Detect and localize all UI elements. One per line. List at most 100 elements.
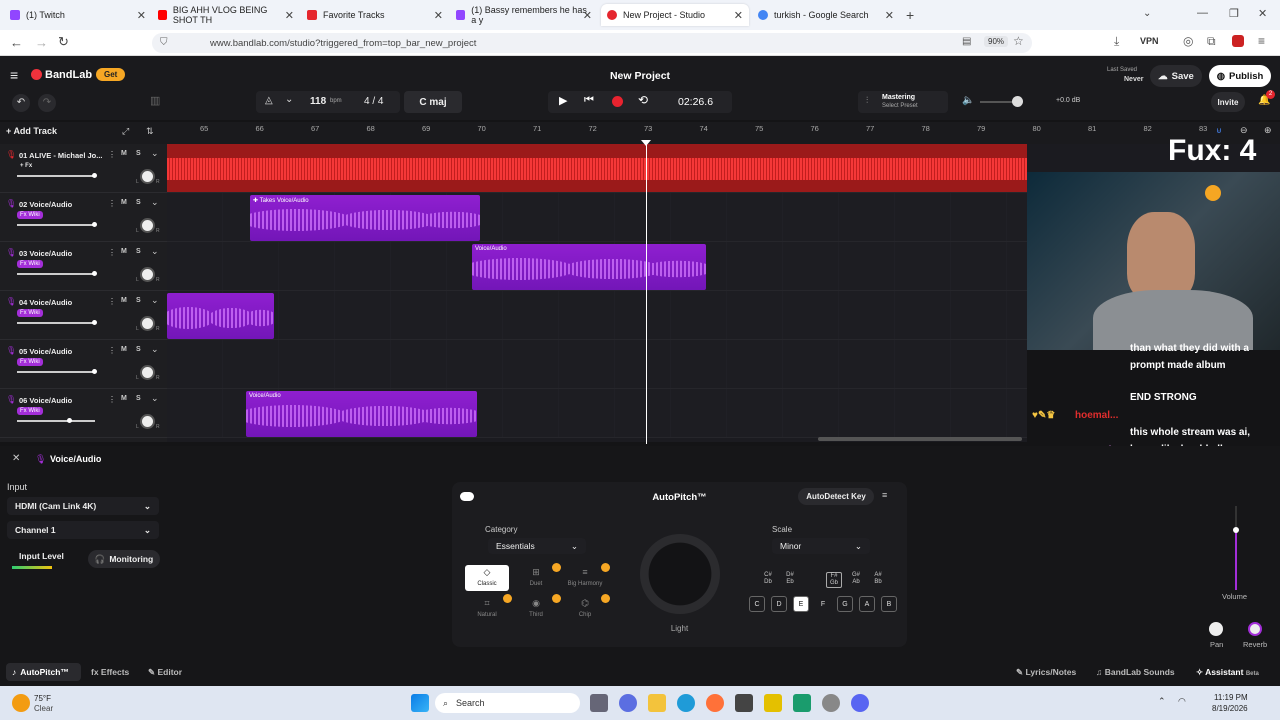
shield-icon[interactable]: ⛉ xyxy=(160,37,168,48)
key-f[interactable]: F xyxy=(815,596,831,612)
app-icon[interactable] xyxy=(822,694,840,712)
play-icon[interactable]: ▶ xyxy=(559,94,567,107)
windows-start-icon[interactable] xyxy=(411,694,429,712)
tab-effects[interactable]: fx Effects xyxy=(91,667,129,677)
tab-lyrics[interactable]: ✎ Lyrics/Notes xyxy=(1016,667,1076,678)
browser-tab[interactable]: Favorite Tracks ✕ xyxy=(301,4,449,26)
sharp-key[interactable]: G# Ab xyxy=(848,572,864,586)
track-name[interactable]: 03 Voice/Audio xyxy=(19,249,72,258)
browser-tab[interactable]: turkish - Google Search ✕ xyxy=(752,4,900,26)
mute-button[interactable]: M xyxy=(121,395,127,402)
category-select[interactable]: Essentials ⌄ xyxy=(488,538,586,554)
track-header[interactable]: 🎙 02 Voice/Audio Fx Wiki ⋮ M S ⌄ L R xyxy=(0,193,167,242)
discord-icon[interactable] xyxy=(851,694,869,712)
record-arm-icon[interactable]: 🎙 xyxy=(6,395,16,404)
mute-button[interactable]: M xyxy=(121,199,127,206)
scale-select[interactable]: Minor ⌄ xyxy=(772,538,870,554)
record-arm-icon[interactable]: 🎙 xyxy=(6,199,16,208)
account-icon[interactable]: ◎ xyxy=(1183,34,1193,48)
zoom-level[interactable]: 90% xyxy=(984,36,1009,47)
pan-knob[interactable] xyxy=(140,169,155,184)
slider-handle[interactable] xyxy=(92,369,97,374)
more-options-icon[interactable]: ⋮ xyxy=(108,297,116,306)
key-g[interactable]: G xyxy=(837,596,853,612)
fx-badge[interactable]: Fx Wiki xyxy=(17,309,43,317)
tab-editor[interactable]: ✎ Editor xyxy=(148,667,182,678)
fx-badge[interactable]: Fx Wiki xyxy=(17,211,43,219)
minimize-button[interactable]: — xyxy=(1197,7,1208,19)
close-tab-icon[interactable]: ✕ xyxy=(885,9,894,22)
record-arm-icon[interactable]: 🎙 xyxy=(6,346,16,355)
extension-icon[interactable] xyxy=(1232,35,1244,47)
track-lanes[interactable]: ✚ Takes Voice/Audio Voice/Audio Voice/Au… xyxy=(167,144,1027,442)
pan-knob[interactable] xyxy=(140,365,155,380)
autodetect-key-button[interactable]: AutoDetect Key xyxy=(798,488,874,505)
address-bar[interactable]: www.bandlab.com/studio?triggered_from=to… xyxy=(152,33,1032,53)
record-icon[interactable] xyxy=(612,96,623,107)
save-button[interactable]: ☁ Save xyxy=(1150,65,1202,87)
track-volume-slider[interactable] xyxy=(17,418,95,423)
key-d[interactable]: D xyxy=(771,596,787,612)
time-signature[interactable]: 4 / 4 xyxy=(364,96,383,107)
chevron-down-icon[interactable]: ⌄ xyxy=(151,197,159,208)
playhead-marker[interactable] xyxy=(641,140,651,146)
lane-4[interactable] xyxy=(167,291,1027,340)
mute-button[interactable]: M xyxy=(121,297,127,304)
channel-select[interactable]: Channel 1 ⌄ xyxy=(7,521,159,539)
key-c[interactable]: C xyxy=(749,596,765,612)
wifi-icon[interactable]: ◠ xyxy=(1178,696,1186,707)
track-name[interactable]: 06 Voice/Audio xyxy=(19,396,72,405)
chevron-down-icon[interactable]: ⌄ xyxy=(151,246,159,257)
more-options-icon[interactable]: ⋮ xyxy=(108,395,116,404)
solo-button[interactable]: S xyxy=(136,395,141,402)
solo-button[interactable]: S xyxy=(136,248,141,255)
tab-autopitch[interactable]: ♪ AutoPitch™ xyxy=(6,663,81,681)
monitoring-button[interactable]: 🎧 Monitoring xyxy=(88,550,160,568)
slider-handle[interactable] xyxy=(92,271,97,276)
slider-handle[interactable] xyxy=(92,173,97,178)
new-tab-button[interactable]: + xyxy=(906,7,914,23)
extensions-icon[interactable]: ⧉ xyxy=(1207,34,1216,49)
sharp-key[interactable]: F# Gb xyxy=(826,572,842,588)
close-tab-icon[interactable]: ✕ xyxy=(137,9,146,22)
track-volume-slider[interactable] xyxy=(17,320,97,325)
record-arm-icon[interactable]: 🎙 xyxy=(6,150,16,159)
track-header[interactable]: 🎙 06 Voice/Audio Fx Wiki ⋮ M S ⌄ L R xyxy=(0,389,167,438)
pan-knob[interactable] xyxy=(140,316,155,331)
playhead[interactable] xyxy=(646,144,647,444)
get-membership-button[interactable]: Get xyxy=(96,68,126,81)
track-name[interactable]: 04 Voice/Audio xyxy=(19,298,72,307)
chat-username[interactable]: hoemal... xyxy=(1075,410,1118,421)
mixer-icon[interactable]: ▥ xyxy=(150,94,160,107)
volume-handle[interactable] xyxy=(1233,527,1239,533)
weather-icon[interactable] xyxy=(12,694,30,712)
browser-tab-active[interactable]: New Project - Studio ✕ xyxy=(601,4,749,26)
lane-1[interactable] xyxy=(167,144,1027,193)
track-header[interactable]: 🎙 01 ALIVE - Michael Jo... + Fx ⋮ M S ⌄ L R xyxy=(0,144,167,193)
invite-button[interactable]: Invite xyxy=(1211,92,1245,112)
sharp-key[interactable]: D# Eb xyxy=(782,572,798,586)
reader-icon[interactable]: ▤ xyxy=(962,36,971,47)
slider-handle[interactable] xyxy=(92,222,97,227)
lane-5[interactable] xyxy=(167,340,1027,389)
tab-assistant[interactable]: ✧ Assistant Beta xyxy=(1196,667,1259,678)
audio-clip[interactable]: Voice/Audio xyxy=(472,244,706,290)
master-volume-knob[interactable] xyxy=(1012,96,1023,107)
pan-knob[interactable] xyxy=(140,218,155,233)
close-tab-icon[interactable]: ✕ xyxy=(285,9,294,22)
forward-icon[interactable]: → xyxy=(35,35,48,50)
preset-classic[interactable]: ◇ Classic xyxy=(465,565,509,591)
track-name[interactable]: 02 Voice/Audio xyxy=(19,200,72,209)
more-options-icon[interactable]: ⋮ xyxy=(108,150,116,159)
close-tab-icon[interactable]: ✕ xyxy=(734,9,743,22)
solo-button[interactable]: S xyxy=(136,297,141,304)
key-a[interactable]: A xyxy=(859,596,875,612)
hamburger-menu-icon[interactable]: ≡ xyxy=(10,67,18,83)
firefox-icon[interactable] xyxy=(706,694,724,712)
track-header[interactable]: 🎙 04 Voice/Audio Fx Wiki ⋮ M S ⌄ L R xyxy=(0,291,167,340)
mute-button[interactable]: M xyxy=(121,346,127,353)
track-volume-slider[interactable] xyxy=(17,222,97,227)
fx-badge[interactable]: Fx Wiki xyxy=(17,407,43,415)
undo-icon[interactable]: ↶ xyxy=(12,94,30,112)
chevron-up-icon[interactable]: ⌃ xyxy=(1158,696,1166,707)
